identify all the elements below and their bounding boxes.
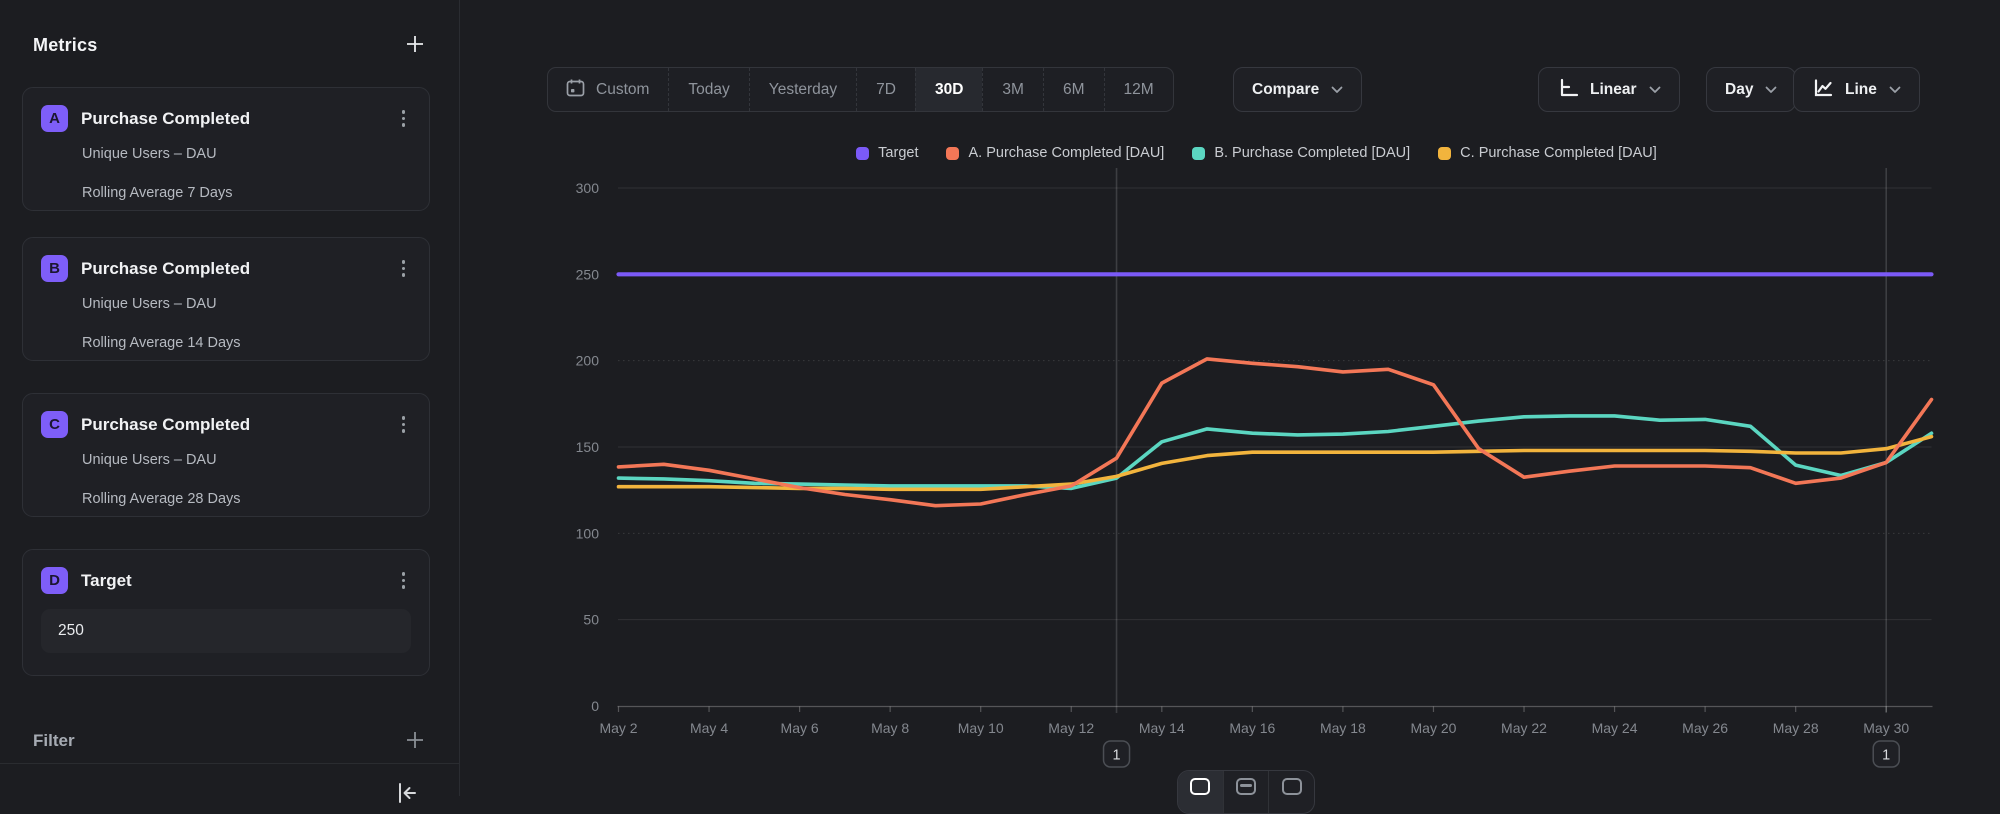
svg-text:May 12: May 12 [1048,720,1094,736]
metric-card-head: A Purchase Completed [41,105,411,132]
split-view-toggle[interactable] [1223,771,1269,813]
svg-text:50: 50 [583,612,599,628]
metrics-sidebar: Metrics A Purchase Completed Unique User… [0,0,460,796]
svg-text:May 4: May 4 [690,720,728,736]
kebab-menu-icon[interactable] [396,256,412,281]
metric-transform: Rolling Average 28 Days [82,491,411,507]
metric-card-b[interactable]: B Purchase Completed Unique Users – DAU … [22,237,430,361]
svg-text:300: 300 [576,180,600,196]
kebab-menu-icon[interactable] [396,106,412,131]
metric-badge: D [41,567,68,594]
chart-view-icon [1190,778,1210,795]
svg-text:May 2: May 2 [599,720,637,736]
table-view-toggle[interactable] [1268,771,1314,813]
svg-text:0: 0 [591,698,599,714]
metric-card-head: B Purchase Completed [41,255,411,282]
chart-panel: Custom Today Yesterday 7D 30D 3M 6M 12M … [461,0,2000,796]
metric-badge: B [41,255,68,282]
kebab-menu-icon[interactable] [396,412,412,437]
chart-view-toggle[interactable] [1178,771,1223,813]
svg-text:100: 100 [576,525,600,541]
add-metric-button[interactable] [403,32,427,59]
metric-card-a[interactable]: A Purchase Completed Unique Users – DAU … [22,87,430,211]
metric-title: Purchase Completed [81,259,383,279]
svg-text:May 16: May 16 [1229,720,1275,736]
metric-card-head: C Purchase Completed [41,411,411,438]
svg-text:150: 150 [576,439,600,455]
plus-icon [403,728,427,755]
metric-measure: Unique Users – DAU [82,452,411,468]
target-card[interactable]: D Target [22,549,430,676]
svg-text:May 22: May 22 [1501,720,1547,736]
svg-text:May 20: May 20 [1411,720,1457,736]
collapse-sidebar-button[interactable] [394,780,420,809]
svg-text:May 18: May 18 [1320,720,1366,736]
metric-measure: Unique Users – DAU [82,146,411,162]
sidebar-divider [0,763,459,764]
svg-text:200: 200 [576,353,600,369]
metric-title: Purchase Completed [81,109,383,129]
svg-text:May 26: May 26 [1682,720,1728,736]
add-filter-button[interactable] [403,728,427,755]
sidebar-header: Metrics [33,28,427,62]
svg-text:May 14: May 14 [1139,720,1185,736]
plus-icon [403,32,427,59]
filter-label: Filter [33,731,75,751]
kebab-menu-icon[interactable] [396,568,412,593]
metric-badge: A [41,105,68,132]
metric-transform: Rolling Average 14 Days [82,335,411,351]
filter-section: Filter [33,724,427,758]
metric-measure: Unique Users – DAU [82,296,411,312]
metric-card-c[interactable]: C Purchase Completed Unique Users – DAU … [22,393,430,517]
view-toggle-bar [1177,770,1315,814]
target-title: Target [81,571,383,591]
split-view-icon [1236,778,1256,795]
svg-text:May 28: May 28 [1773,720,1819,736]
table-view-icon [1282,778,1302,795]
metric-title: Purchase Completed [81,415,383,435]
svg-text:1: 1 [1112,748,1120,764]
svg-text:May 24: May 24 [1592,720,1638,736]
line-chart-canvas[interactable]: 0 50 100 150 200 250 300 1 1 May 2 May 4 May 6 May 8… [461,0,2000,796]
svg-text:May 30: May 30 [1863,720,1909,736]
target-value-input[interactable] [41,609,411,653]
svg-text:1: 1 [1882,748,1890,764]
svg-text:May 6: May 6 [781,720,819,736]
collapse-panel-icon [394,780,420,809]
target-card-head: D Target [41,567,411,594]
svg-text:May 8: May 8 [871,720,909,736]
metric-badge: C [41,411,68,438]
metric-transform: Rolling Average 7 Days [82,185,411,201]
sidebar-title: Metrics [33,35,97,56]
svg-text:May 10: May 10 [958,720,1004,736]
svg-text:250: 250 [576,266,600,282]
